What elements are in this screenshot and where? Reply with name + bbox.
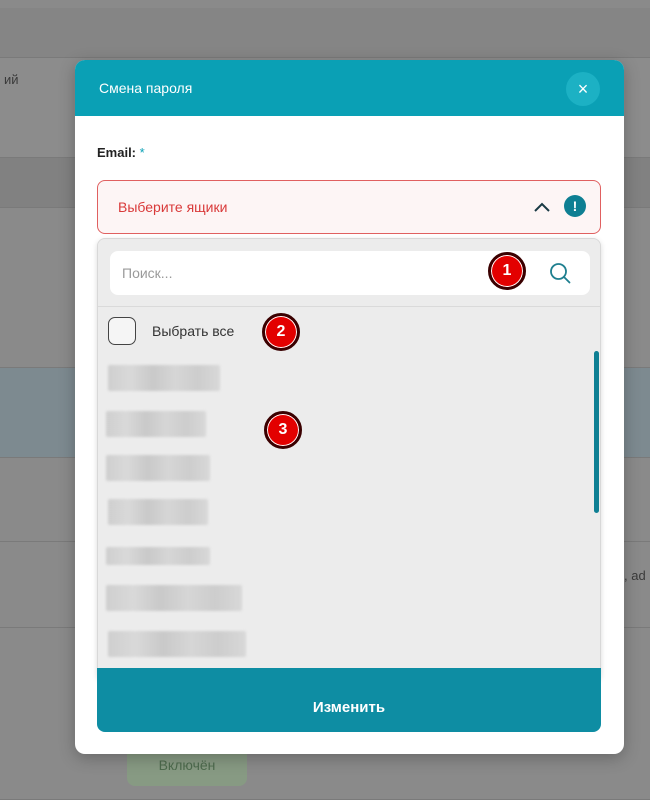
chevron-up-icon[interactable] — [532, 197, 552, 217]
annotation-marker-1: 1 — [488, 252, 526, 290]
alert-icon: ! — [564, 195, 586, 217]
list-item[interactable] — [106, 547, 210, 565]
annotation-marker-2: 2 — [262, 313, 300, 351]
submit-button[interactable]: Изменить — [97, 668, 601, 732]
email-label-text: Email: — [97, 145, 137, 160]
search-icon[interactable] — [548, 261, 572, 285]
annotation-marker-3: 3 — [264, 411, 302, 449]
bg-table-header — [0, 8, 650, 58]
select-all-option[interactable]: Выбрать все — [108, 315, 234, 347]
close-icon: × — [577, 79, 589, 99]
required-mark: * — [139, 145, 145, 160]
mailbox-dropdown: Выбрать все — [97, 238, 601, 680]
dropdown-scrollbar-thumb[interactable] — [594, 351, 599, 513]
email-field-label: Email: * — [97, 145, 145, 160]
bg-column-header-text: ий — [4, 72, 19, 87]
mailbox-select-placeholder: Выберите ящики — [118, 199, 228, 215]
list-item[interactable] — [108, 365, 220, 391]
list-item[interactable] — [106, 585, 242, 611]
list-item[interactable] — [106, 455, 210, 481]
list-item[interactable] — [108, 499, 208, 525]
select-all-label: Выбрать все — [152, 323, 235, 339]
close-button[interactable]: × — [566, 72, 600, 106]
select-all-checkbox[interactable] — [108, 317, 136, 345]
bg-cell-text: , ad — [624, 568, 646, 583]
change-password-modal: Смена пароля × Email: * Выберите ящики !… — [75, 60, 624, 754]
list-item[interactable] — [108, 631, 246, 657]
modal-title: Смена пароля — [99, 80, 193, 96]
mailbox-select[interactable]: Выберите ящики ! — [97, 180, 601, 234]
modal-header: Смена пароля × — [75, 60, 624, 116]
list-item[interactable] — [106, 411, 206, 437]
